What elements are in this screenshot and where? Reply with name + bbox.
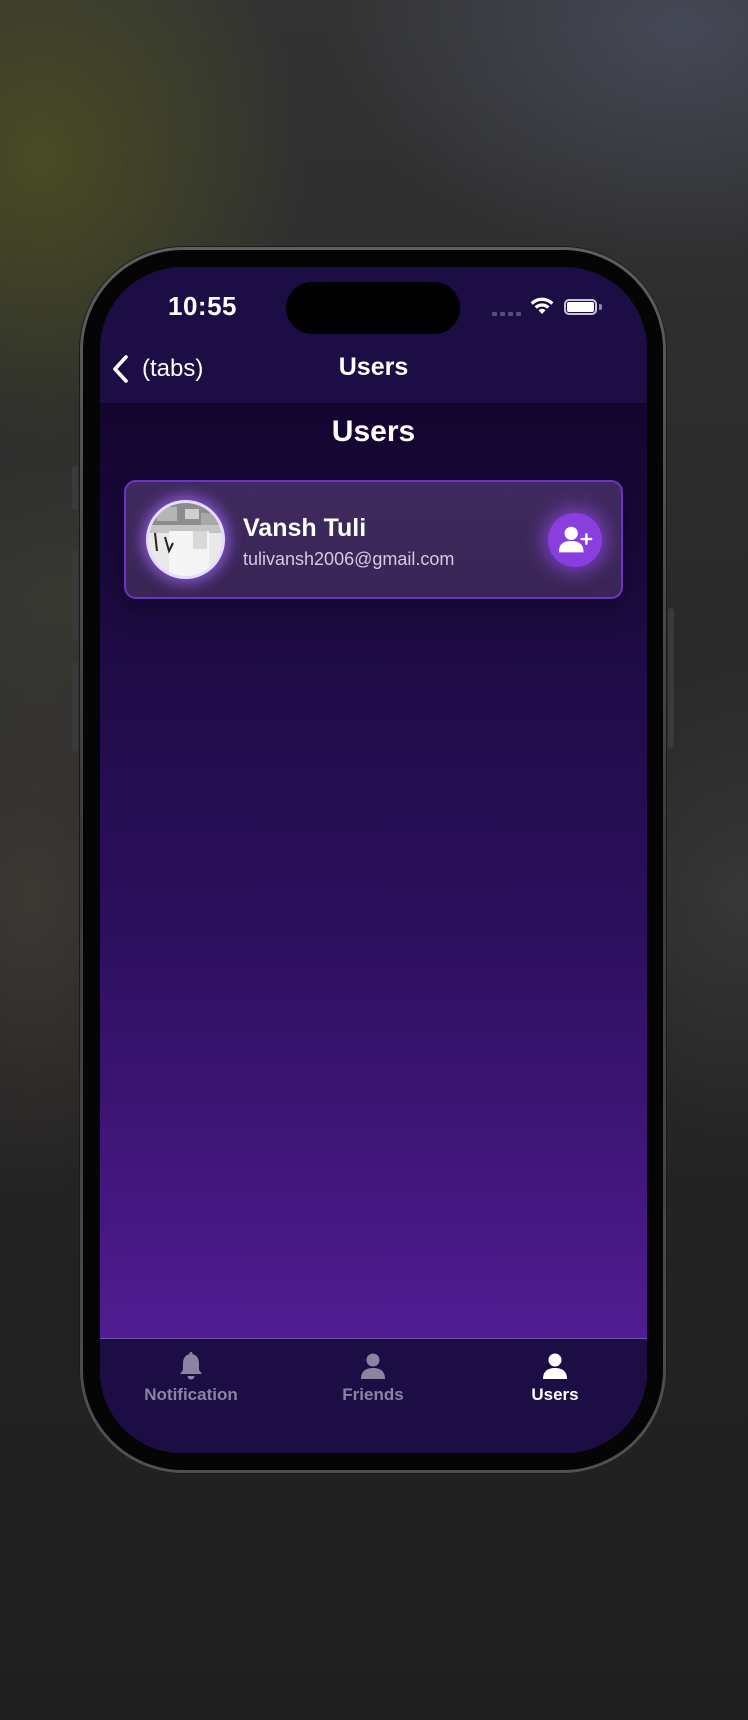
person-icon [361, 1353, 385, 1379]
avatar [146, 500, 225, 579]
volume-down-button [72, 662, 78, 752]
avatar-photo [149, 503, 222, 576]
add-friend-button[interactable] [548, 513, 602, 567]
navigation-bar: (tabs) Users [100, 339, 647, 403]
status-bar: 10:55 (tabs) Users [100, 267, 647, 403]
bell-icon [180, 1352, 202, 1380]
user-card[interactable]: Vansh Tuli tulivansh2006@gmail.com [124, 480, 623, 599]
add-user-icon [558, 526, 593, 553]
user-email: tulivansh2006@gmail.com [243, 549, 455, 569]
clock: 10:55 [168, 291, 237, 321]
battery-icon [564, 299, 597, 315]
page-title: Users [331, 415, 416, 448]
tab-friends-label: Friends [342, 1385, 404, 1404]
power-button [668, 608, 674, 748]
user-name: Vansh Tuli [243, 514, 367, 542]
person-icon [543, 1353, 567, 1379]
tab-users-label: Users [531, 1385, 579, 1404]
tab-bar: Notification Friends Users [100, 1338, 647, 1453]
dynamic-island [286, 282, 460, 334]
app-screen: 10:55 (tabs) Users Users Vansh Tuli tuli… [100, 267, 647, 1453]
tab-friends[interactable]: Friends [283, 1351, 463, 1415]
tab-users[interactable]: Users [465, 1351, 645, 1415]
nav-title: Users [338, 353, 409, 381]
cellular-signal-icon [492, 312, 521, 316]
tab-notification[interactable]: Notification [101, 1351, 281, 1415]
action-button [72, 466, 78, 510]
wifi-icon [530, 297, 554, 314]
volume-up-button [72, 550, 78, 640]
tab-notification-label: Notification [144, 1385, 238, 1404]
